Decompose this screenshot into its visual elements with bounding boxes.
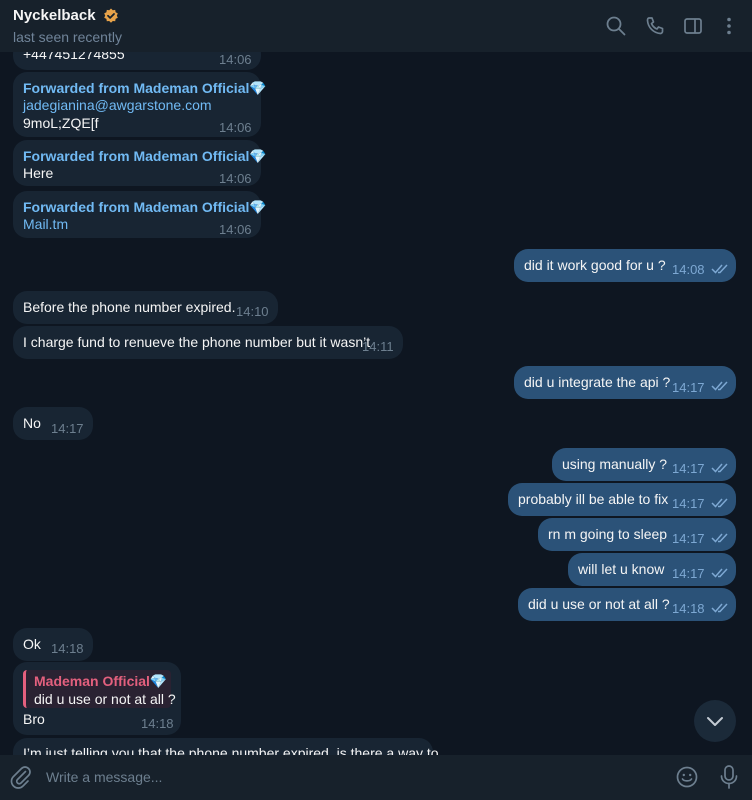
message-text: 9moL;ZQE[f — [23, 115, 99, 131]
read-check-icon — [711, 498, 728, 508]
message-incoming[interactable]: I charge fund to renueve the phone numbe… — [13, 326, 403, 359]
message-time: 14:06 — [219, 52, 252, 67]
message-time: 14:17 — [672, 531, 705, 546]
message-forwarded[interactable]: Forwarded from Mademan Official💎 Mail.tm… — [13, 191, 267, 238]
message-list[interactable]: +447451274855 14:06 Forwarded from Madem… — [0, 52, 752, 755]
reply-quote[interactable]: Mademan Official💎 did u use or not at al… — [23, 670, 176, 708]
scroll-down-button[interactable] — [694, 700, 736, 742]
message-time: 14:06 — [219, 120, 252, 135]
message-incoming[interactable]: Before the phone number expired. 14:10 — [13, 291, 278, 324]
message-text: +447451274855 — [23, 52, 125, 62]
read-check-icon — [711, 603, 728, 613]
message-text: rn m going to sleep — [548, 526, 668, 542]
more-options-icon[interactable] — [718, 15, 740, 37]
message-outgoing[interactable]: probably ill be able to fix 14:17 — [508, 483, 736, 516]
message-text: No — [23, 415, 41, 431]
reply-text: did u use or not at all ? — [34, 691, 176, 707]
message-time: 14:17 — [672, 496, 705, 511]
forwarded-header[interactable]: Forwarded from Mademan Official💎 — [23, 199, 267, 216]
message-text: probably ill be able to fix — [518, 491, 669, 507]
chat-name[interactable]: Nyckelback — [13, 7, 96, 24]
message-text: I charge fund to renueve the phone numbe… — [23, 334, 371, 350]
message-forwarded[interactable]: Forwarded from Mademan Official💎 Here 14… — [13, 140, 267, 186]
microphone-icon[interactable] — [717, 764, 741, 790]
message-text: I’m just telling you that the phone numb… — [23, 745, 439, 755]
message-input[interactable] — [46, 766, 656, 788]
reply-author: Mademan Official💎 — [34, 673, 168, 689]
chat-header: Nyckelback last seen recently — [0, 0, 752, 52]
email-link[interactable]: jadegianina@awgarstone.com — [23, 97, 212, 114]
message-forwarded[interactable]: Forwarded from Mademan Official💎 jadegia… — [13, 72, 267, 137]
message-outgoing[interactable]: did it work good for u ? 14:08 — [514, 249, 736, 282]
read-check-icon — [711, 463, 728, 473]
message-outgoing[interactable]: did u integrate the api ? 14:17 — [514, 366, 736, 399]
message-text: Here — [23, 165, 54, 181]
message-text: Bro — [23, 711, 45, 727]
message-text: did u use or not at all ? — [528, 596, 670, 612]
message-incoming[interactable]: Ok 14:18 — [13, 628, 93, 661]
search-icon[interactable] — [605, 15, 627, 37]
message-time: 14:18 — [141, 716, 174, 731]
read-check-icon — [711, 381, 728, 391]
message-incoming[interactable]: +447451274855 14:06 — [13, 52, 261, 70]
emoji-icon[interactable] — [675, 765, 699, 789]
message-composer — [0, 755, 752, 800]
message-time: 14:17 — [672, 566, 705, 581]
message-time: 14:10 — [236, 304, 269, 319]
message-time: 14:06 — [219, 171, 252, 186]
phone-call-icon[interactable] — [644, 15, 666, 37]
read-check-icon — [711, 533, 728, 543]
sidebar-toggle-icon[interactable] — [682, 15, 704, 37]
message-outgoing[interactable]: rn m going to sleep 14:17 — [538, 518, 736, 551]
forwarded-header[interactable]: Forwarded from Mademan Official💎 — [23, 80, 267, 97]
message-incoming[interactable]: No 14:17 — [13, 407, 93, 440]
message-time: 14:17 — [672, 461, 705, 476]
message-time: 14:06 — [219, 222, 252, 237]
message-text: did it work good for u ? — [524, 257, 666, 273]
verified-badge-icon — [104, 8, 118, 23]
message-text: will let u know — [578, 561, 665, 577]
message-time: 14:11 — [362, 339, 394, 354]
message-incoming[interactable]: I’m just telling you that the phone numb… — [13, 738, 439, 755]
read-check-icon — [711, 264, 728, 274]
forwarded-header[interactable]: Forwarded from Mademan Official💎 — [23, 148, 267, 165]
message-text: Before the phone number expired. — [23, 299, 236, 315]
message-time: 14:17 — [672, 380, 705, 395]
message-time: 14:08 — [672, 262, 705, 277]
message-time: 14:18 — [51, 641, 84, 656]
mail-link[interactable]: Mail.tm — [23, 216, 68, 233]
read-check-icon — [711, 568, 728, 578]
message-outgoing[interactable]: using manually ? 14:17 — [552, 448, 736, 481]
last-seen-status: last seen recently — [13, 29, 122, 45]
message-time: 14:18 — [672, 601, 705, 616]
message-text: did u integrate the api ? — [524, 374, 671, 390]
message-outgoing[interactable]: will let u know 14:17 — [568, 553, 736, 586]
chevron-down-icon — [707, 717, 723, 726]
message-time: 14:17 — [51, 421, 84, 436]
message-text: Ok — [23, 636, 41, 652]
message-reply[interactable]: Mademan Official💎 did u use or not at al… — [13, 662, 181, 735]
message-outgoing[interactable]: did u use or not at all ? 14:18 — [518, 588, 736, 621]
message-text: using manually ? — [562, 456, 668, 472]
attach-icon[interactable] — [9, 765, 33, 789]
chat-title[interactable]: Nyckelback last seen recently — [13, 7, 122, 45]
